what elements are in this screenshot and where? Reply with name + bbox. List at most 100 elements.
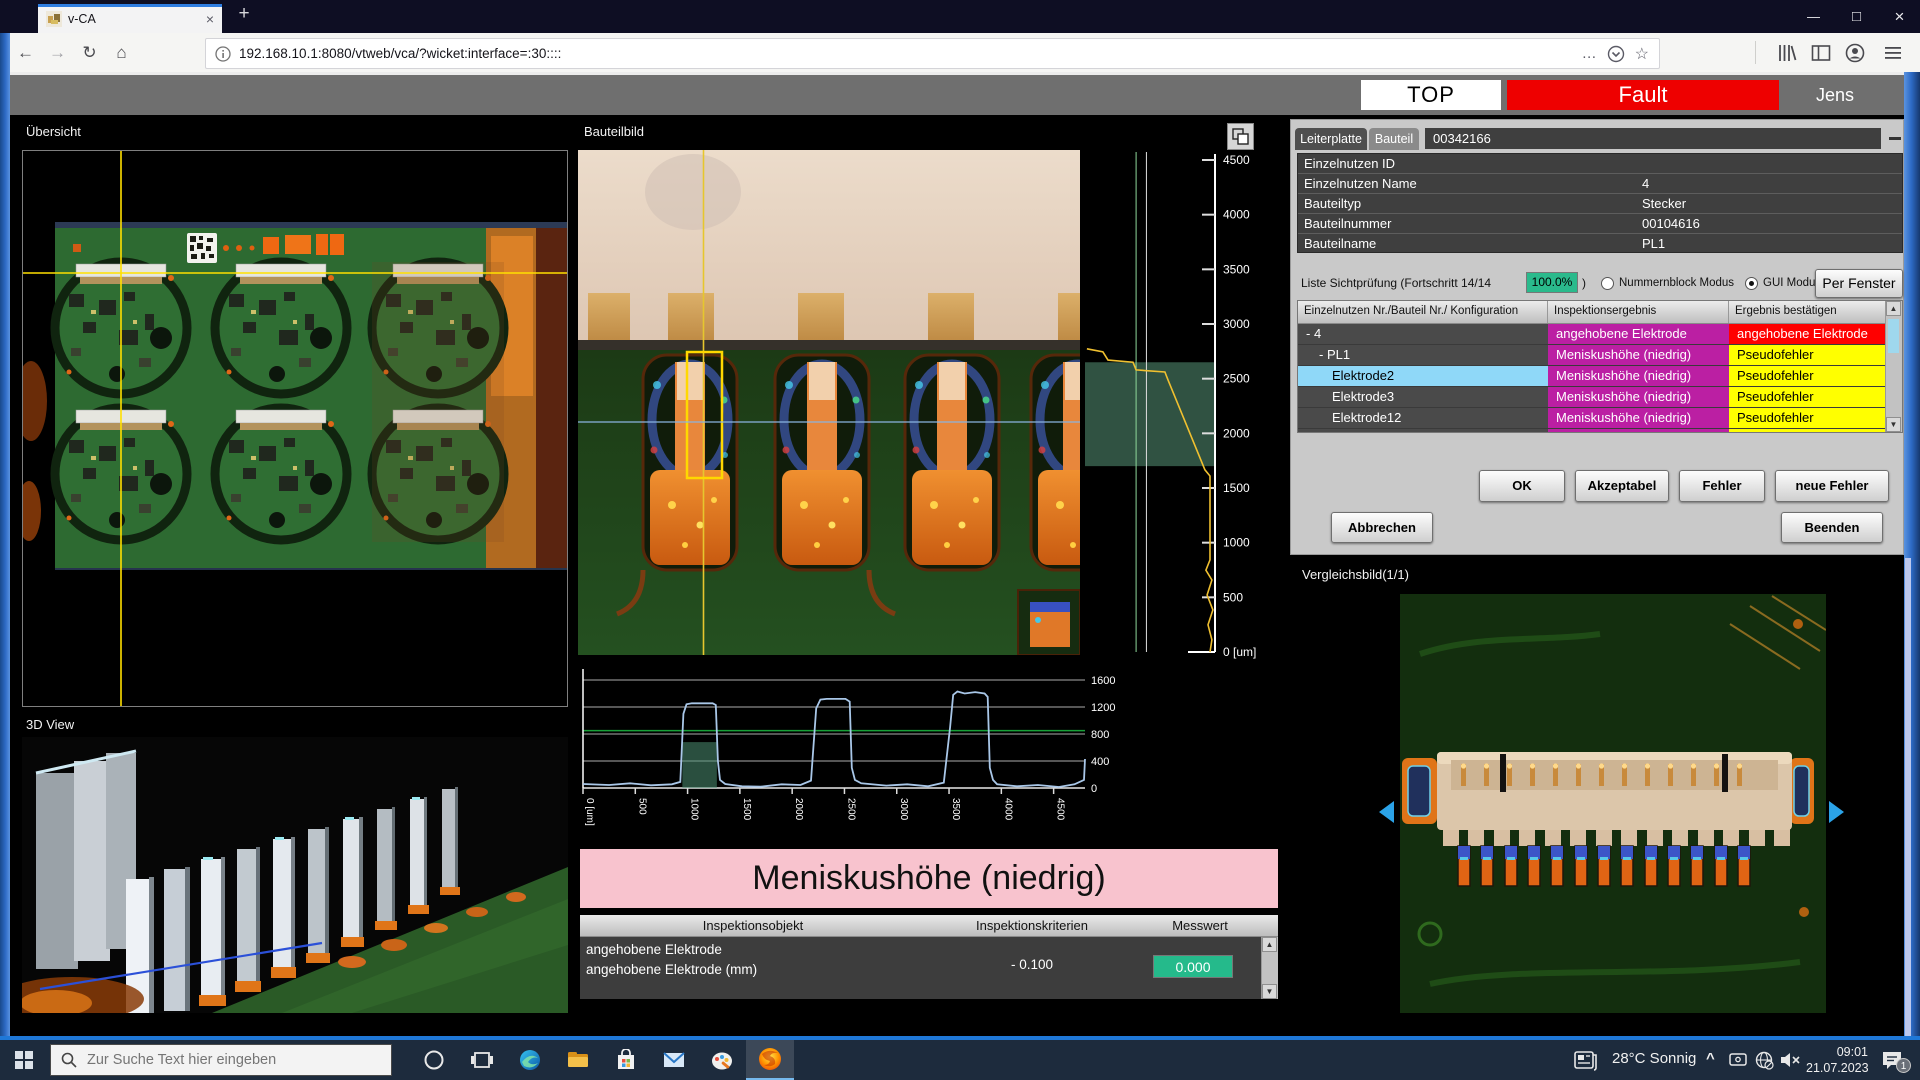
clock[interactable]: 09:01 21.07.2023 [1806, 1044, 1868, 1076]
list-title-suffix: ) [1582, 276, 1586, 290]
view3d-image[interactable] [22, 737, 568, 1013]
side-indicator: TOP [1361, 80, 1501, 110]
task-view-icon[interactable] [458, 1040, 506, 1080]
abbrechen-button[interactable]: Abbrechen [1331, 512, 1433, 543]
tray-chevron-icon[interactable]: ^ [1706, 1050, 1715, 1067]
page-actions-icon[interactable]: … [1582, 45, 1597, 62]
list-row[interactable]: - PL1Meniskushöhe (niedrig)Pseudofehler [1298, 344, 1902, 365]
account-icon[interactable] [1844, 42, 1866, 64]
edge-icon[interactable] [506, 1040, 554, 1080]
scroll-thumb[interactable] [1888, 319, 1899, 353]
window-maximize-button[interactable]: □ [1835, 0, 1878, 33]
start-button[interactable] [0, 1040, 48, 1080]
height-profile-chart: 1600120080040000 [um]5001000150020002500… [578, 665, 1280, 840]
list-row[interactable]: Elektrode11Meniskushöhe (niedrig)Pseudof… [1298, 428, 1902, 433]
mail-icon[interactable] [650, 1040, 698, 1080]
svg-text:1600: 1600 [1091, 675, 1115, 687]
scroll-up-icon[interactable]: ▲ [1886, 301, 1901, 316]
browser-navbar: ← → ↻ ⌂ … ☆ [0, 33, 1920, 73]
svg-text:3500: 3500 [950, 798, 961, 821]
list-row[interactable]: - 4angehobene Elektrodeangehobene Elektr… [1298, 324, 1902, 344]
back-icon[interactable]: ← [12, 39, 39, 66]
list-scrollbar[interactable]: ▲ ▼ [1885, 301, 1902, 432]
progress-value: 100.0% [1526, 272, 1578, 293]
news-weather-icon[interactable] [1568, 1040, 1604, 1080]
previous-image-arrow[interactable] [1379, 801, 1394, 823]
window-close-button[interactable]: × [1878, 0, 1920, 33]
board-id-field[interactable]: 00342166 [1425, 128, 1881, 149]
neue-fehler-button[interactable]: neue Fehler [1775, 470, 1889, 502]
file-explorer-icon[interactable] [554, 1040, 602, 1080]
uebersicht-image[interactable] [23, 151, 567, 706]
v-ca-favicon [46, 11, 62, 27]
volume-muted-icon[interactable] [1776, 1040, 1804, 1080]
bauteilbild-image[interactable] [578, 150, 1080, 655]
scroll-up-icon[interactable]: ▲ [1262, 937, 1277, 952]
site-info-icon[interactable] [215, 46, 231, 62]
library-icon[interactable] [1776, 42, 1798, 64]
svg-text:500: 500 [1223, 590, 1243, 604]
no-internet-globe-icon[interactable] [1750, 1040, 1778, 1080]
firefox-icon-active[interactable] [746, 1040, 794, 1080]
uebersicht-title: Übersicht [26, 124, 81, 139]
scroll-down-icon[interactable]: ▼ [1886, 417, 1901, 432]
paint3d-icon[interactable] [698, 1040, 746, 1080]
fehler-button[interactable]: Fehler [1679, 470, 1765, 502]
cortana-icon[interactable] [410, 1040, 458, 1080]
tab-bauteil[interactable]: Bauteil [1369, 128, 1419, 150]
forward-icon[interactable]: → [44, 39, 71, 66]
cast-icon[interactable] [1724, 1040, 1752, 1080]
svg-text:800: 800 [1091, 729, 1109, 741]
url-input[interactable] [237, 45, 1572, 62]
notification-icon[interactable]: 1 [1872, 1040, 1912, 1080]
svg-text:1200: 1200 [1091, 702, 1115, 714]
page-scroll-strip[interactable] [1905, 558, 1911, 1036]
beenden-button[interactable]: Beenden [1781, 512, 1883, 543]
scroll-down-icon[interactable]: ▼ [1262, 984, 1277, 999]
col-messwert: Messwert [1138, 915, 1262, 936]
cascade-windows-button[interactable] [1227, 123, 1254, 150]
search-input[interactable] [85, 1051, 391, 1069]
field-label: Einzelnutzen ID [1304, 156, 1395, 171]
weather-status[interactable]: 28°C Sonnig [1612, 1050, 1696, 1067]
tab-leiterplatte[interactable]: Leiterplatte [1295, 128, 1367, 150]
list-row-selected[interactable]: Elektrode2Meniskushöhe (niedrig)Pseudofe… [1298, 365, 1902, 386]
measurement-object-line1: angehobene Elektrode [586, 942, 722, 957]
fault-status-badge: Fault [1507, 80, 1779, 110]
per-fenster-button[interactable]: Per Fenster [1815, 269, 1903, 298]
svg-text:4000: 4000 [1223, 208, 1250, 222]
new-tab-button[interactable]: + [230, 3, 258, 25]
list-row[interactable]: Elektrode12Meniskushöhe (niedrig)Pseudof… [1298, 407, 1902, 428]
akzeptabel-button[interactable]: Akzeptabel [1575, 470, 1669, 502]
pocket-icon[interactable] [1607, 45, 1625, 63]
list-row[interactable]: Elektrode3Meniskushöhe (niedrig)Pseudofe… [1298, 386, 1902, 407]
time: 09:01 [1806, 1044, 1868, 1060]
sidebar-icon[interactable] [1810, 42, 1832, 64]
menu-icon[interactable] [1882, 43, 1904, 63]
vergleichsbild-image[interactable] [1400, 594, 1826, 1013]
radio-gui-modus[interactable] [1745, 277, 1758, 290]
next-image-arrow[interactable] [1829, 801, 1844, 823]
radio-nummernblock-label[interactable]: Nummernblock Modus [1619, 277, 1734, 289]
radio-nummernblock[interactable] [1601, 277, 1614, 290]
browser-tab[interactable]: v-CA × [38, 4, 222, 33]
svg-text:0 [um]: 0 [um] [584, 798, 595, 826]
window-minimize-button[interactable]: — [1792, 0, 1835, 33]
height-scale-chart: 450040003500300025002000150010005000 [um… [1085, 150, 1280, 665]
store-icon[interactable] [602, 1040, 650, 1080]
ok-button[interactable]: OK [1479, 470, 1565, 502]
inspection-table: Einzelnutzen Nr./Bauteil Nr./ Konfigurat… [1297, 300, 1903, 433]
measurement-scrollbar[interactable]: ▲ ▼ [1261, 937, 1278, 999]
svg-text:3500: 3500 [1223, 262, 1250, 276]
taskbar-search[interactable] [50, 1044, 392, 1076]
close-tab-icon[interactable]: × [206, 11, 214, 27]
bookmark-star-icon[interactable]: ☆ [1635, 44, 1649, 64]
svg-text:4500: 4500 [1055, 798, 1066, 821]
radio-gui-modus-label[interactable]: GUI Modus [1763, 277, 1821, 289]
svg-text:3000: 3000 [1223, 317, 1250, 331]
collapse-panel-icon[interactable] [1889, 137, 1901, 140]
svg-text:2500: 2500 [845, 798, 856, 821]
url-bar[interactable]: … ☆ [205, 38, 1660, 69]
reload-icon[interactable]: ↻ [76, 39, 103, 66]
home-icon[interactable]: ⌂ [108, 39, 135, 66]
